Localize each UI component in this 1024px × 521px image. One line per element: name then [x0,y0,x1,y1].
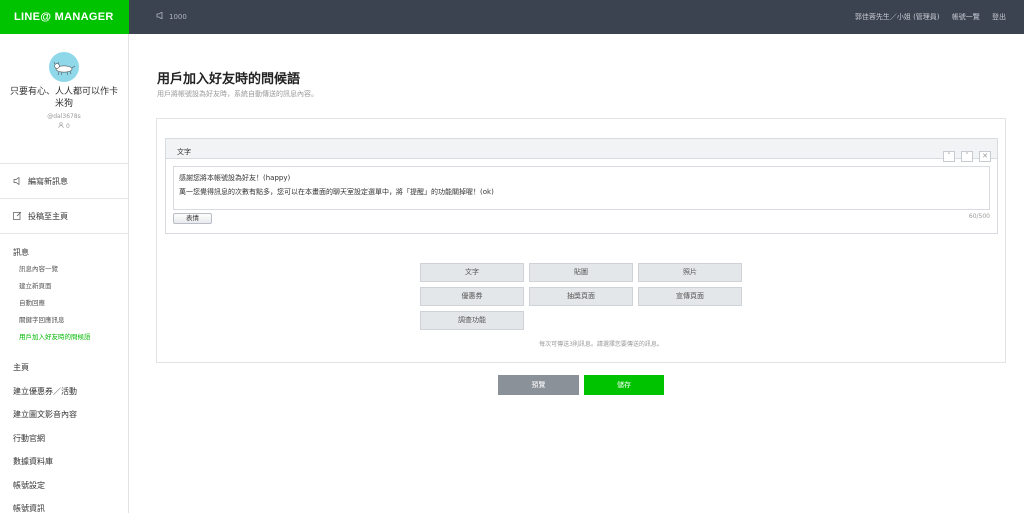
message-line-2: 萬一您覺得訊息的次數有點多，您可以在本畫面的聊天室設定選單中，將「提醒」的功能關… [179,185,984,199]
character-counter: 60/500 [969,213,990,220]
close-icon: ✕ [982,152,988,160]
emoji-button[interactable]: 表情 [173,213,212,224]
editor-header: 文字 ˄ ˅ ✕ [166,139,997,159]
logout-link[interactable]: 登出 [992,13,1006,21]
user-menu[interactable]: 郭佳蓉先生／小姐 (管理員) [855,13,940,21]
sidebar-item-message-list[interactable]: 訊息內容一覽 [0,261,128,278]
sidebar-item-mobile-site[interactable]: 行動官網 [0,427,128,451]
friend-count: 0 [0,122,128,130]
main-content: 用戶加入好友時的問候語 用戶將帳號設為好友時，系統自動傳送的訊息內容。 文字 ˄… [129,34,1024,513]
add-coupon-button[interactable]: 優惠券 [420,287,524,306]
save-button[interactable]: 儲存 [584,375,664,395]
friend-count-value: 0 [66,123,70,130]
move-down-button[interactable]: ˅ [961,151,973,162]
sidebar-item-new-page[interactable]: 建立新頁面 [0,278,128,295]
message-panel: 文字 ˄ ˅ ✕ 感謝您將本帳號設為好友！(happy) 萬一您覺得訊息的次數有… [156,118,1006,363]
message-limit-note: 每次可傳送3則訊息。請選擇您要傳送的訊息。 [157,339,1007,348]
message-text-input[interactable]: 感謝您將本帳號設為好友！(happy) 萬一您覺得訊息的次數有點多，您可以在本畫… [173,166,990,210]
editor-controls: ˄ ˅ ✕ [942,143,991,162]
sidebar-item-account-settings[interactable]: 帳號設定 [0,474,128,498]
speaker-icon [13,177,22,185]
top-nav: 郭佳蓉先生／小姐 (管理員) 帳號一覽 登出 [845,0,1006,34]
top-bar: LINE@ MANAGER 1000 郭佳蓉先生／小姐 (管理員) 帳號一覽 登… [0,0,1024,34]
chevron-down-icon: ˅ [965,152,969,160]
add-text-button[interactable]: 文字 [420,263,524,282]
compose-message-link[interactable]: 編寫新訊息 [0,164,128,199]
move-up-button[interactable]: ˄ [943,151,955,162]
sidebar-item-home[interactable]: 主頁 [0,356,128,380]
sidebar-item-keyword-reply[interactable]: 關鍵字回應訊息 [0,312,128,329]
message-line-1: 感謝您將本帳號設為好友！(happy) [179,171,984,185]
compose-label: 編寫新訊息 [28,177,68,186]
dog-icon [49,52,79,82]
accounts-link[interactable]: 帳號一覽 [952,13,980,21]
speaker-icon [156,0,165,34]
app-logo[interactable]: LINE@ MANAGER [0,0,129,34]
chevron-up-icon: ˄ [947,152,951,160]
editor-type-label: 文字 [166,148,191,156]
sidebar: 只要有心、人人都可以作卡米狗 @dal3678s 0 編寫新訊息 投稿至主頁 訊… [0,34,129,513]
sidebar-item-coupons[interactable]: 建立優惠券／活動 [0,380,128,404]
sidebar-item-account-info[interactable]: 帳號資訊 [0,497,128,521]
sidebar-item-auto-reply[interactable]: 自動回應 [0,295,128,312]
add-sticker-button[interactable]: 貼圖 [529,263,633,282]
account-name: 只要有心、人人都可以作卡米狗 [0,86,128,110]
person-icon [58,122,64,128]
add-survey-button[interactable]: 調查功能 [420,311,524,330]
sidebar-item-rich-content[interactable]: 建立圖文影音內容 [0,403,128,427]
page-title: 用戶加入好友時的問候語 [157,68,300,87]
page-description: 用戶將帳號設為好友時，系統自動傳送的訊息內容。 [157,89,318,99]
messages-section-title: 訊息 [0,245,128,261]
message-count: 1000 [156,0,187,34]
add-promo-page-button[interactable]: 宣傳頁面 [638,287,742,306]
preview-button[interactable]: 預覽 [498,375,579,395]
edit-icon [13,211,22,220]
account-profile: 只要有心、人人都可以作卡米狗 @dal3678s 0 [0,52,128,164]
add-lottery-page-button[interactable]: 抽獎頁面 [529,287,633,306]
sidebar-item-statistics[interactable]: 數據資料庫 [0,450,128,474]
avatar[interactable] [49,52,79,82]
post-to-home-link[interactable]: 投稿至主頁 [0,199,128,234]
post-label: 投稿至主頁 [28,212,68,221]
delete-message-button[interactable]: ✕ [979,151,991,162]
sidebar-item-greeting[interactable]: 用戶加入好友時的問候語 [0,329,128,346]
account-id: @dal3678s [0,113,128,120]
add-photo-button[interactable]: 照片 [638,263,742,282]
message-count-value: 1000 [169,13,187,21]
text-message-editor: 文字 ˄ ˅ ✕ 感謝您將本帳號設為好友！(happy) 萬一您覺得訊息的次數有… [165,138,998,234]
